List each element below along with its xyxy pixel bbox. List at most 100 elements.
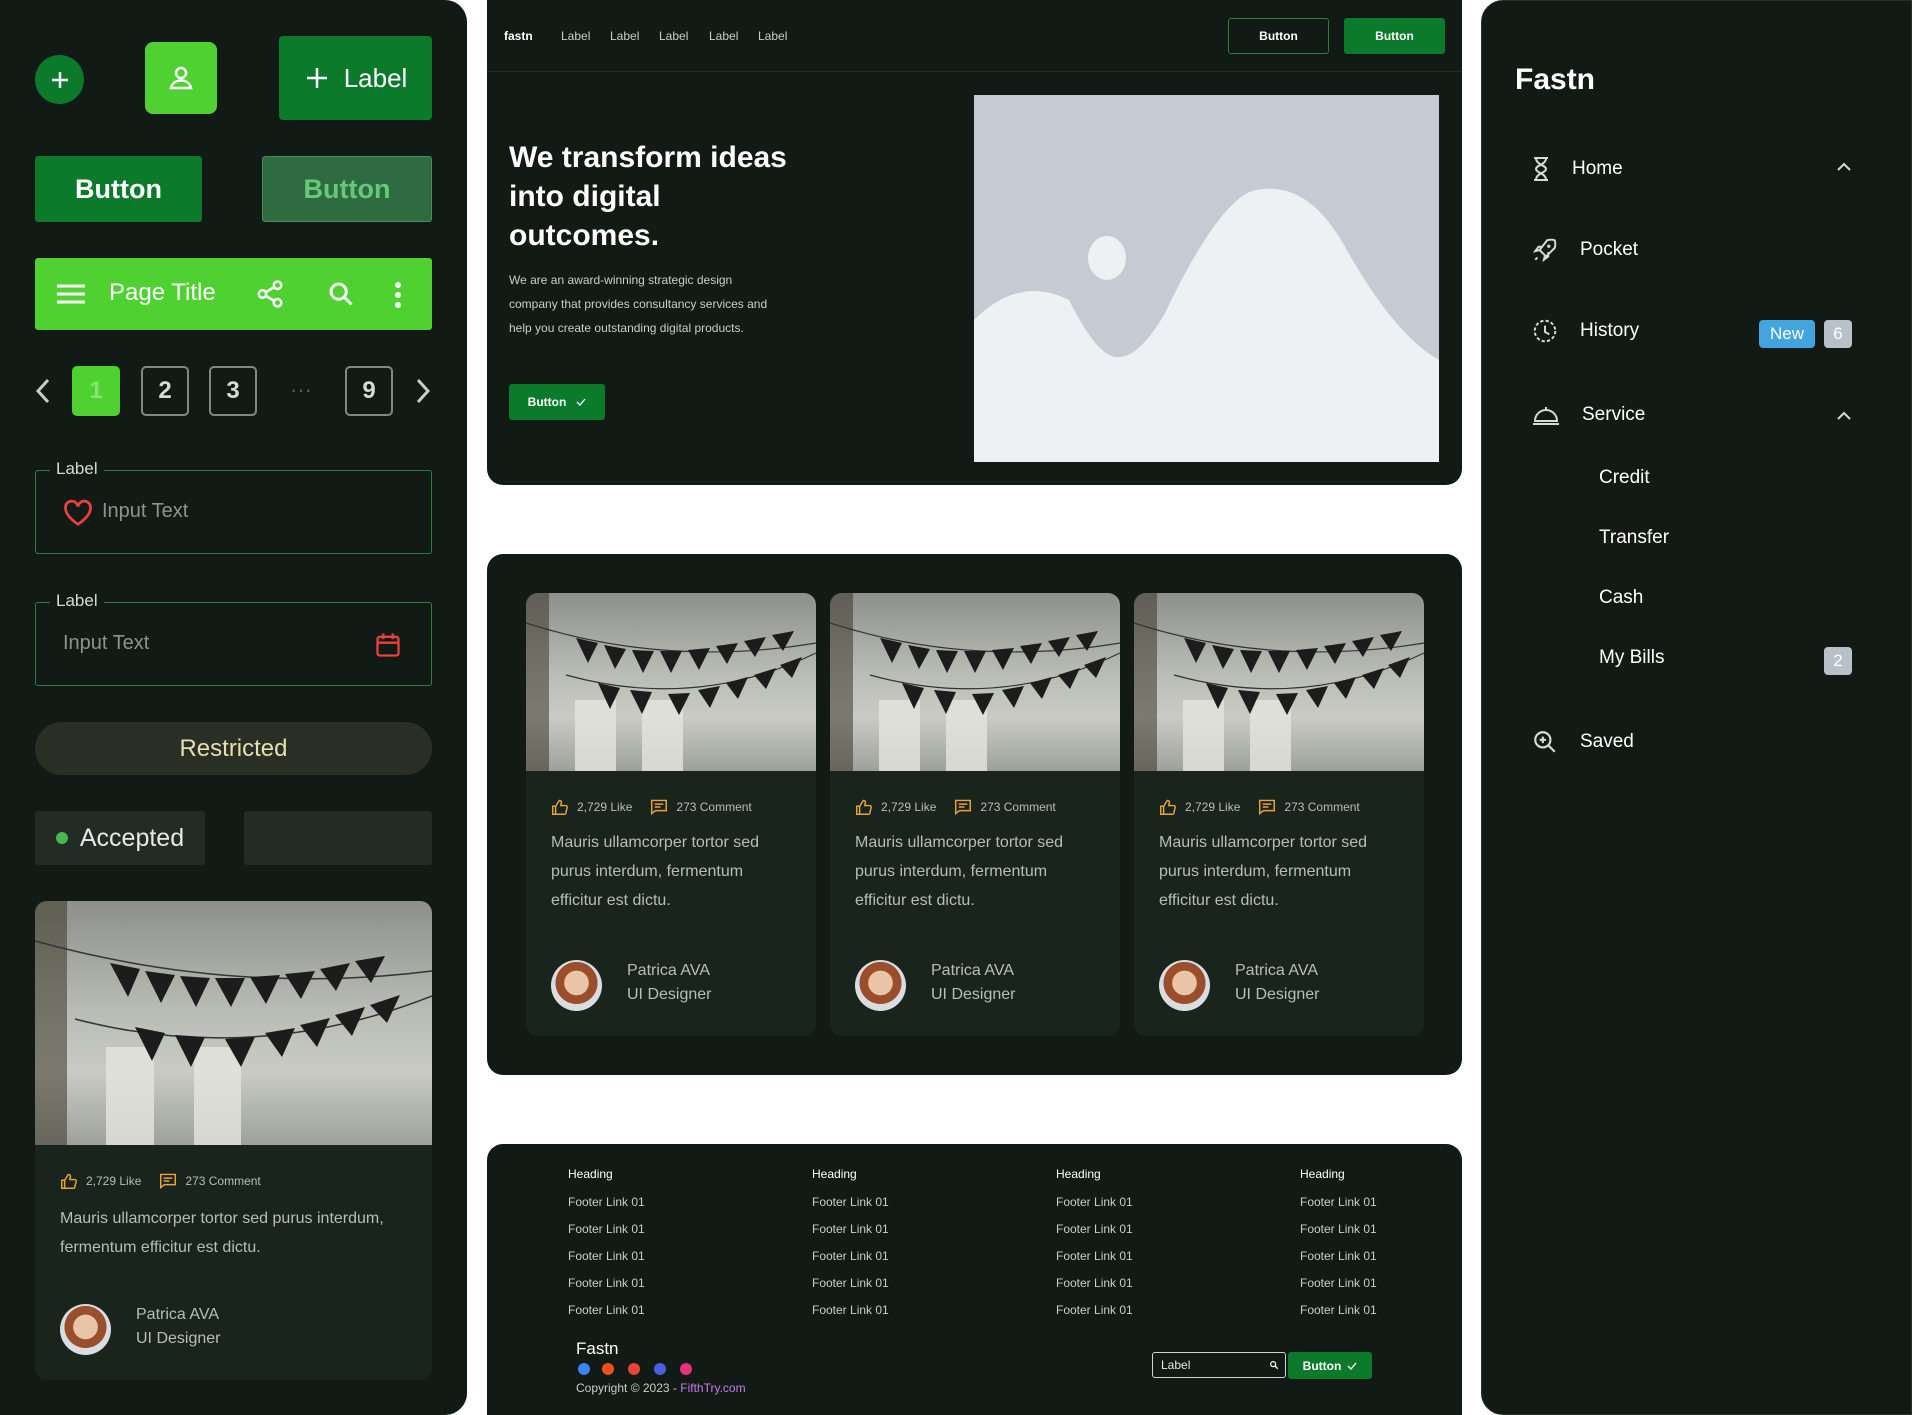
post-card[interactable]: 2,729 Like 273 Comment Mauris ullamcorpe… [526, 593, 816, 1036]
favorite-text-field[interactable]: Label Input Text [35, 459, 432, 554]
footer-link[interactable]: Footer Link 01 [812, 1195, 889, 1209]
facebook-icon[interactable] [578, 1363, 590, 1375]
add-label-button[interactable]: Label [279, 36, 432, 120]
search-icon[interactable] [1269, 1360, 1279, 1370]
footer-link[interactable]: Footer Link 01 [1300, 1249, 1377, 1263]
footer-link[interactable]: Footer Link 01 [1056, 1303, 1133, 1317]
hero-cta-button[interactable]: Button [509, 384, 605, 420]
figma-icon[interactable] [602, 1363, 614, 1375]
footer-brand: Fastn [576, 1339, 619, 1358]
author-role: UI Designer [931, 986, 1016, 1003]
post-card[interactable]: 2,729 Like 273 Comment Mauris ullamcorpe… [1134, 593, 1424, 1036]
page-1[interactable]: 1 [72, 366, 120, 416]
post-card[interactable]: 2,729 Like 273 Comment Mauris ullamcorpe… [35, 901, 432, 1380]
image-placeholder [974, 95, 1439, 462]
chevron-right-icon[interactable] [414, 378, 432, 404]
footer-link[interactable]: Footer Link 01 [1300, 1276, 1377, 1290]
footer-link[interactable]: Footer Link 01 [812, 1303, 889, 1317]
menu-icon[interactable] [57, 282, 85, 306]
comment-icon[interactable] [954, 799, 972, 815]
copyright-link[interactable]: FifthTry.com [680, 1381, 745, 1395]
sidebar-item-label: Home [1572, 158, 1623, 179]
field-input-text[interactable]: Input Text [102, 500, 188, 523]
banner-graphic [35, 940, 432, 1067]
footer-link[interactable]: Footer Link 01 [812, 1249, 889, 1263]
comment-icon[interactable] [159, 1173, 177, 1189]
nav-fill-button[interactable]: Button [1344, 18, 1445, 54]
footer-button[interactable]: Button [1288, 1352, 1372, 1379]
nav-link-1[interactable]: Label [561, 29, 590, 43]
search-icon[interactable] [327, 280, 355, 308]
sidebar-subitem-transfer[interactable]: Transfer [1599, 527, 1669, 549]
footer-link[interactable]: Footer Link 01 [568, 1303, 645, 1317]
footer-link[interactable]: Footer Link 01 [812, 1276, 889, 1290]
sidebar-item-pocket[interactable]: Pocket [1532, 237, 1638, 263]
nav-outline-button[interactable]: Button [1228, 18, 1329, 54]
comment-icon[interactable] [650, 799, 668, 815]
date-text-field[interactable]: Label Input Text [35, 591, 432, 686]
footer-link[interactable]: Footer Link 01 [568, 1249, 645, 1263]
footer-link[interactable]: Footer Link 01 [1300, 1195, 1377, 1209]
nav-link-3[interactable]: Label [659, 29, 688, 43]
dribbble-icon[interactable] [680, 1363, 692, 1375]
footer-link[interactable]: Footer Link 01 [568, 1222, 645, 1236]
footer-link[interactable]: Footer Link 01 [1056, 1195, 1133, 1209]
thumbs-up-icon[interactable] [1159, 799, 1177, 815]
primary-button[interactable]: Button [35, 156, 202, 222]
google-icon[interactable] [628, 1363, 640, 1375]
nav-link-2[interactable]: Label [610, 29, 639, 43]
sidebar-item-label: Saved [1580, 731, 1634, 752]
footer-link[interactable]: Footer Link 01 [568, 1195, 645, 1209]
discord-icon[interactable] [654, 1363, 666, 1375]
sidebar-item-service[interactable]: Service [1532, 403, 1645, 427]
post-card[interactable]: 2,729 Like 273 Comment Mauris ullamcorpe… [830, 593, 1120, 1036]
footer-link[interactable]: Footer Link 01 [1056, 1249, 1133, 1263]
footer-input[interactable]: Label [1152, 1352, 1286, 1378]
share-icon[interactable] [255, 279, 285, 309]
page-2[interactable]: 2 [141, 366, 189, 416]
secondary-button[interactable]: Button [262, 156, 432, 222]
page-9[interactable]: 9 [345, 366, 393, 416]
sidebar-subitem-my-bills[interactable]: My Bills [1599, 647, 1664, 669]
more-vertical-icon[interactable] [394, 281, 402, 309]
footer-link[interactable]: Footer Link 01 [1300, 1222, 1377, 1236]
user-icon [169, 66, 193, 90]
footer-heading: Heading [568, 1167, 613, 1181]
nav-link-5[interactable]: Label [758, 29, 787, 43]
history-icon [1533, 319, 1557, 343]
sidebar-item-history[interactable]: History [1532, 318, 1639, 344]
calendar-icon[interactable] [374, 630, 402, 660]
footer-heading: Heading [1300, 1167, 1345, 1181]
user-button[interactable] [145, 42, 217, 114]
add-fab-button[interactable] [35, 55, 84, 104]
sidebar-subitem-cash[interactable]: Cash [1599, 587, 1643, 609]
page-3[interactable]: 3 [209, 366, 257, 416]
card-photo [35, 901, 432, 1145]
footer-link[interactable]: Footer Link 01 [1300, 1303, 1377, 1317]
nav-logo[interactable]: fastn [504, 29, 533, 43]
footer-link[interactable]: Footer Link 01 [1056, 1222, 1133, 1236]
app-bar: Page Title [35, 258, 432, 330]
field-input-text[interactable]: Input Text [63, 632, 149, 655]
chevron-left-icon[interactable] [34, 378, 52, 404]
footer-link[interactable]: Footer Link 01 [1056, 1276, 1133, 1290]
footer-input-value[interactable]: Label [1161, 1358, 1190, 1372]
chevron-up-icon[interactable] [1836, 411, 1852, 421]
sidebar-item-saved[interactable]: Saved [1532, 729, 1634, 755]
footer-link[interactable]: Footer Link 01 [812, 1222, 889, 1236]
sidebar-item-home[interactable]: Home [1532, 156, 1623, 182]
card-photo [1134, 593, 1424, 771]
nav-link-4[interactable]: Label [709, 29, 738, 43]
rocket-icon [1532, 238, 1557, 263]
thumbs-up-icon[interactable] [60, 1173, 78, 1189]
thumbs-up-icon[interactable] [551, 799, 569, 815]
footer-link[interactable]: Footer Link 01 [568, 1276, 645, 1290]
comment-count: 273 Comment [676, 800, 752, 814]
chevron-up-icon[interactable] [1836, 162, 1852, 172]
thumbs-up-icon[interactable] [855, 799, 873, 815]
comment-icon[interactable] [1258, 799, 1276, 815]
author-name: Patrica AVA [627, 962, 710, 979]
comment-count: 273 Comment [1284, 800, 1360, 814]
comment-count: 273 Comment [185, 1174, 261, 1188]
sidebar-subitem-credit[interactable]: Credit [1599, 467, 1650, 489]
